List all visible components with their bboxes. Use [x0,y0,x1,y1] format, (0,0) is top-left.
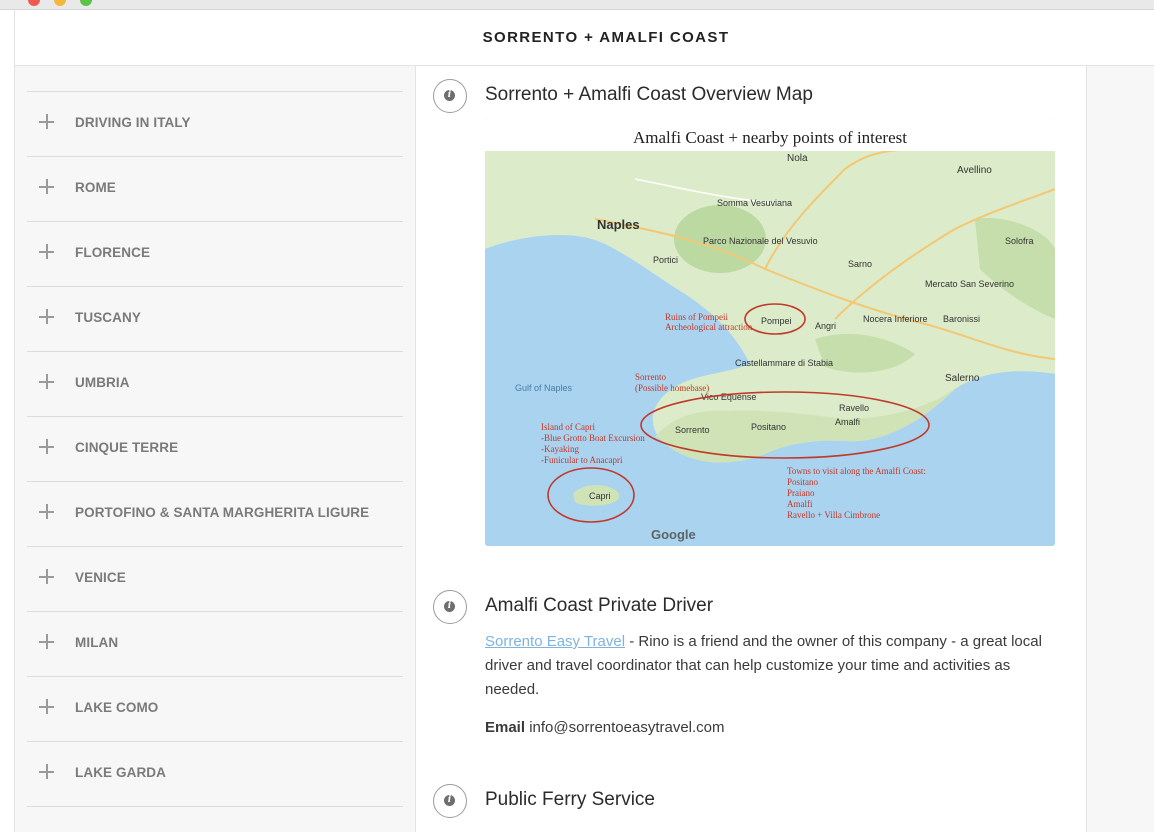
note-capri-3: -Kayaking [541,444,579,454]
place-nola: Nola [787,153,808,164]
sidebar-item-label: FLORENCE [75,245,151,260]
sidebar: DRIVING IN ITALY ROME FLORENCE TUSCANY U… [15,66,416,832]
sidebar-item-lake-garda[interactable]: LAKE GARDA [27,742,403,807]
sidebar-item-label: UMBRIA [75,375,130,390]
plus-icon [39,439,55,455]
place-nocera: Nocera Inferiore [863,314,928,324]
sidebar-item-lake-como[interactable]: LAKE COMO [27,677,403,742]
page-title: SORRENTO + AMALFI COAST [482,29,730,46]
place-naples: Naples [597,217,640,232]
note-sorrento-2: (Possible homebase) [635,383,709,393]
plus-icon [39,114,55,130]
note-towns-3: Praiano [787,488,815,498]
plus-icon [39,309,55,325]
email-value[interactable]: info@sorrentoeasytravel.com [525,719,724,736]
app-window: SORRENTO + AMALFI COAST DRIVING IN ITALY… [14,10,1154,832]
note-towns-4: Amalfi [787,499,813,509]
place-sorrento: Sorrento [675,425,710,435]
place-portici: Portici [653,255,678,265]
place-castellammare: Castellammare di Stabia [735,358,833,368]
section-title-map: Sorrento + Amalfi Coast Overview Map [485,84,813,105]
place-mercato: Mercato San Severino [925,279,1014,289]
note-sorrento-1: Sorrento [635,372,666,382]
note-towns-1: Towns to visit along the Amalfi Coast: [787,466,926,476]
sidebar-item-label: CINQUE TERRE [75,440,179,455]
overview-map-image[interactable]: Amalfi Coast + nearby points of interest… [485,119,1055,546]
sidebar-item-portofino[interactable]: PORTOFINO & SANTA MARGHERITA LIGURE [27,482,403,547]
place-baronissi: Baronissi [943,314,980,324]
place-avellino: Avellino [957,165,992,176]
section-title-ferry: Public Ferry Service [485,789,655,810]
sidebar-item-driving-in-italy[interactable]: DRIVING IN ITALY [27,92,403,157]
minimize-window-button[interactable] [54,0,66,6]
note-pompeii-1: Ruins of Pompeii [665,312,729,322]
info-icon: i [433,784,467,818]
note-pompeii-2: Archeological attraction [665,322,753,332]
main-content: i Sorrento + Amalfi Coast Overview Map A… [417,66,1087,832]
place-capri: Capri [589,491,611,501]
place-ravello: Ravello [839,403,869,413]
section-title-driver: Amalfi Coast Private Driver [485,595,714,616]
plus-icon [39,634,55,650]
plus-icon [39,504,55,520]
email-label: Email [485,719,526,736]
place-somma: Somma Vesuviana [717,198,792,208]
sorrento-easy-travel-link[interactable]: Sorrento Easy Travel [485,633,625,650]
sidebar-item-label: PORTOFINO & SANTA MARGHERITA LIGURE [75,505,370,520]
sidebar-item-florence[interactable]: FLORENCE [27,222,403,287]
note-capri-4: -Funicular to Anacapri [541,455,623,465]
zoom-window-button[interactable] [80,0,92,6]
place-pompei: Pompei [761,316,792,326]
note-capri-2: -Blue Grotto Boat Excursion [541,433,645,443]
plus-icon [39,699,55,715]
note-towns-5: Ravello + Villa Cimbrone [787,510,880,520]
plus-icon [39,179,55,195]
place-positano: Positano [751,422,786,432]
place-solofra: Solofra [1005,236,1034,246]
place-sarno: Sarno [848,259,872,269]
sidebar-item-tuscany[interactable]: TUSCANY [27,287,403,352]
sidebar-item-label: DRIVING IN ITALY [75,115,191,130]
map-heading: Amalfi Coast + nearby points of interest [633,128,907,147]
sidebar-item-label: VENICE [75,570,126,585]
driver-description: Sorrento Easy Travel - Rino is a friend … [485,630,1045,702]
sidebar-item-label: MILAN [75,635,119,650]
place-salerno: Salerno [945,373,980,384]
close-window-button[interactable] [28,0,40,6]
sidebar-item-label: LAKE GARDA [75,765,166,780]
sidebar-item-label: LAKE COMO [75,700,159,715]
plus-icon [39,244,55,260]
note-towns-2: Positano [787,477,819,487]
info-icon: i [433,79,467,113]
sidebar-item-cinque-terre[interactable]: CINQUE TERRE [27,417,403,482]
sidebar-item-venice[interactable]: VENICE [27,547,403,612]
driver-email: Email info@sorrentoeasytravel.com [485,716,1045,740]
place-angri: Angri [815,321,836,331]
sidebar-item-rome[interactable]: ROME [27,157,403,222]
plus-icon [39,764,55,780]
place-gulf: Gulf of Naples [515,383,573,393]
plus-icon [39,374,55,390]
sidebar-item-label: TUSCANY [75,310,141,325]
google-logo: Google [651,527,696,542]
page-header: SORRENTO + AMALFI COAST [15,10,1154,66]
right-gutter [1086,66,1154,832]
note-capri-1: Island of Capri [541,422,595,432]
window-titlebar [0,0,1154,10]
info-icon: i [433,590,467,624]
map-graphic: Amalfi Coast + nearby points of interest… [485,119,1055,546]
sidebar-item-label: ROME [75,180,116,195]
place-vesuvio: Parco Nazionale del Vesuvio [703,236,818,246]
place-amalfi: Amalfi [835,417,860,427]
sidebar-item-milan[interactable]: MILAN [27,612,403,677]
plus-icon [39,569,55,585]
sidebar-item-umbria[interactable]: UMBRIA [27,352,403,417]
